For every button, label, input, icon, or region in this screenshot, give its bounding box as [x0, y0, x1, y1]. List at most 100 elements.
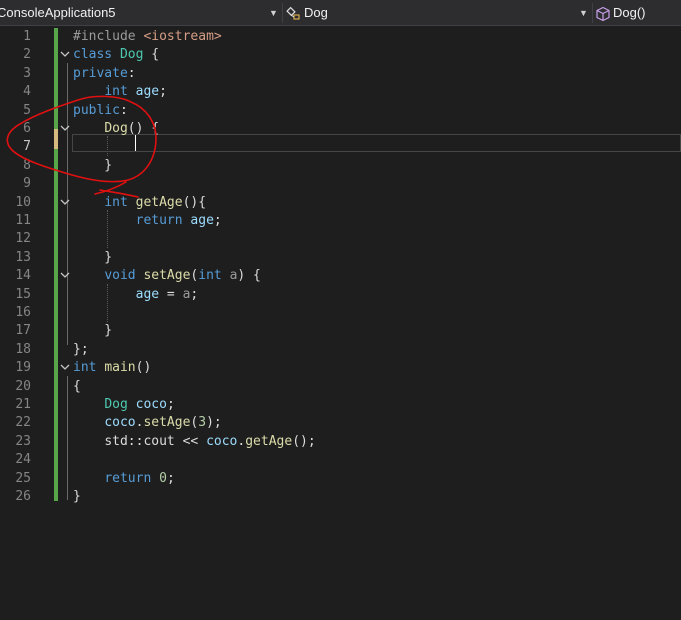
code-line[interactable]: 3 private:: [0, 65, 681, 83]
fold-chevron-icon[interactable]: [60, 270, 70, 280]
code-token: :: [127, 65, 136, 81]
code-line[interactable]: 13 }: [0, 249, 681, 267]
code-token: return: [104, 470, 152, 486]
line-number: 3: [23, 65, 31, 81]
code-line[interactable]: 18};: [0, 341, 681, 359]
code-line[interactable]: 14 void setAge(int a) {: [0, 267, 681, 285]
fold-chevron-icon[interactable]: [60, 197, 70, 207]
code-token: ;: [190, 286, 199, 302]
fold-chevron-icon[interactable]: [60, 123, 70, 133]
code-token: };: [73, 341, 89, 357]
code-text: }: [73, 488, 81, 506]
code-line[interactable]: 17 }: [0, 322, 681, 340]
code-line[interactable]: 10 int getAge(){: [0, 194, 681, 212]
fold-chevron-icon[interactable]: [60, 49, 70, 59]
code-token: age: [135, 84, 160, 100]
code-token: }: [73, 157, 113, 173]
code-token: ();: [292, 433, 316, 449]
code-text: class Dog {: [73, 46, 159, 64]
code-token: int: [104, 84, 128, 100]
code-token: #include: [73, 29, 144, 44]
code-line[interactable]: 16: [0, 304, 681, 322]
line-number: 6: [23, 121, 31, 136]
code-token: ) {: [237, 268, 261, 284]
code-token: <<: [174, 433, 207, 449]
code-token: setAge: [143, 268, 191, 284]
project-dropdown[interactable]: ConsoleApplication5 ▼: [0, 0, 281, 26]
code-token: Dog: [104, 121, 128, 136]
code-token: coco: [104, 415, 136, 431]
line-number: 4: [23, 84, 31, 100]
code-token: public: [73, 102, 120, 118]
code-text: }: [73, 249, 112, 267]
divider: [592, 3, 593, 23]
code-text: }: [73, 157, 112, 175]
code-text: #include <iostream>: [73, 28, 222, 46]
code-text: age = a;: [73, 286, 199, 304]
divider: [282, 3, 283, 23]
class-scope-dropdown[interactable]: Dog ▼: [284, 0, 591, 26]
code-token: void: [104, 268, 136, 284]
line-number: 19: [15, 360, 31, 376]
line-number: 16: [15, 305, 31, 320]
code-token: Dog: [119, 47, 144, 63]
code-text: void setAge(int a) {: [73, 267, 261, 285]
code-line[interactable]: 8 }: [0, 157, 681, 175]
code-token: age: [190, 213, 214, 228]
code-text: Dog() {: [73, 120, 159, 138]
code-token: std: [104, 433, 128, 449]
line-number: 8: [23, 157, 31, 173]
line-number: 17: [15, 323, 31, 339]
line-number: 24: [15, 452, 31, 468]
line-number: 14: [15, 268, 31, 284]
code-token: coco: [135, 397, 167, 412]
code-token: }: [73, 489, 81, 504]
code-line[interactable]: 7: [0, 138, 681, 156]
code-line[interactable]: 20 {: [0, 378, 681, 396]
code-token: () {: [127, 121, 160, 136]
code-editor[interactable]: 1 #include <iostream> 2 class Dog {3 private…: [0, 26, 681, 620]
code-line[interactable]: 4 int age;: [0, 83, 681, 101]
line-number: 23: [15, 433, 31, 449]
code-line[interactable]: 9: [0, 175, 681, 193]
code-line[interactable]: 15 age = a;: [0, 286, 681, 304]
code-token: int: [104, 194, 128, 210]
code-token: {: [143, 47, 160, 63]
code-token: =: [159, 286, 183, 302]
code-line[interactable]: 1 #include <iostream>: [0, 28, 681, 46]
member-scope-dropdown[interactable]: Dog(): [594, 0, 681, 26]
code-line[interactable]: 11 return age;: [0, 212, 681, 230]
code-line[interactable]: 24: [0, 451, 681, 469]
code-line[interactable]: 26}: [0, 488, 681, 506]
fold-chevron-icon[interactable]: [60, 362, 70, 372]
code-line[interactable]: 23 std::cout << coco.getAge();: [0, 433, 681, 451]
code-token: class: [73, 47, 120, 63]
code-line[interactable]: 22 coco.setAge(3);: [0, 414, 681, 432]
code-line[interactable]: 25 return 0;: [0, 470, 681, 488]
code-line[interactable]: 21 Dog coco;: [0, 396, 681, 414]
code-token: 3: [198, 415, 207, 431]
code-text: int getAge(){: [73, 194, 206, 212]
code-line[interactable]: 5 public:: [0, 102, 681, 120]
code-text: std::cout << coco.getAge();: [73, 433, 316, 451]
code-token: int: [198, 268, 222, 284]
member-scope-label: Dog(): [613, 5, 646, 20]
code-token: ;: [213, 213, 222, 228]
code-line[interactable]: 19 int main(): [0, 359, 681, 377]
code-line[interactable]: 6 Dog() {: [0, 120, 681, 138]
code-token: ;: [166, 397, 175, 412]
code-line[interactable]: 12: [0, 230, 681, 248]
code-token: private: [73, 65, 128, 81]
code-line[interactable]: 2 class Dog {: [0, 46, 681, 64]
code-text: {: [73, 378, 81, 396]
